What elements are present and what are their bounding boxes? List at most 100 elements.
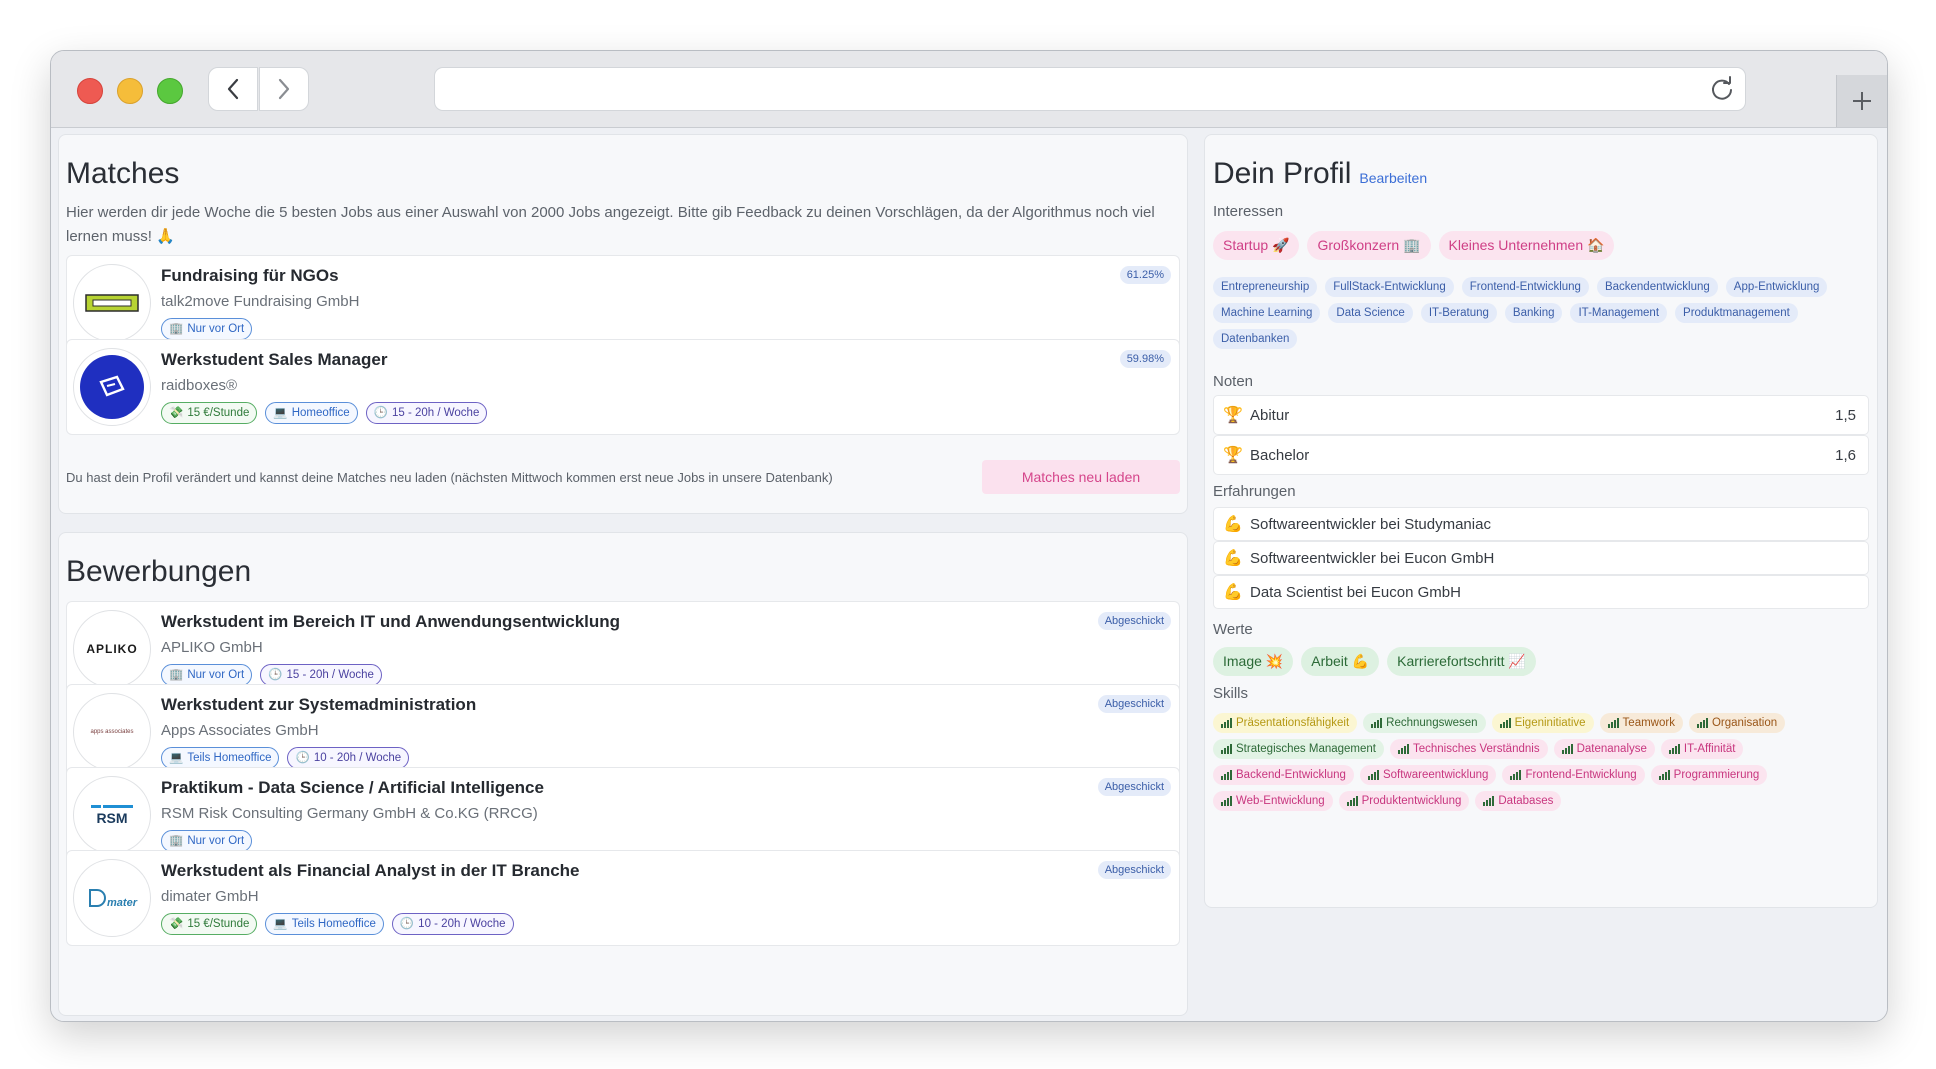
reload-row: Du hast dein Profil verändert und kannst… — [66, 458, 1180, 498]
field-chip: IT-Beratung — [1420, 303, 1497, 323]
skill-chip: IT-Affinität — [1660, 739, 1744, 759]
signal-bars-icon — [1607, 718, 1619, 728]
clock-icon: 🕒 — [295, 752, 310, 764]
signal-bars-icon — [1221, 744, 1232, 754]
grades-label: Noten — [1213, 373, 1254, 390]
value-list: Image 💥 Arbeit 💪 Karrierefortschritt 📈 — [1213, 647, 1536, 676]
profile-header: Dein Profil Bearbeiten — [1213, 157, 1427, 191]
application-card[interactable]: apps associates Werkstudent zur Systemad… — [66, 684, 1180, 780]
experience-row: 💪 Softwareentwickler bei Studymaniac — [1213, 507, 1869, 541]
building-icon: 🏢 — [169, 323, 184, 335]
apliko-logo: APLIKO — [86, 642, 138, 656]
experience-label: Erfahrungen — [1213, 483, 1296, 500]
hours-tag: 🕒 15 - 20h / Woche — [365, 402, 488, 424]
signal-bars-icon — [1658, 770, 1670, 780]
job-title[interactable]: Werkstudent im Bereich IT und Anwendungs… — [161, 612, 620, 632]
company-logo: APLIKO — [73, 610, 151, 688]
chevron-left-icon — [227, 78, 239, 100]
profile-panel: Dein Profil Bearbeiten Interessen Startu… — [1204, 134, 1878, 908]
job-title[interactable]: Werkstudent zur Systemadministration — [161, 695, 476, 715]
values-label: Werte — [1213, 621, 1253, 638]
work-mode-tag: 💻 Teils Homeoffice — [161, 747, 280, 769]
match-card[interactable]: Werkstudent Sales Manager raidboxes® 💸 15… — [66, 339, 1180, 435]
application-card[interactable]: RSM Praktikum - Data Science / Artificia… — [66, 767, 1180, 863]
application-card[interactable]: APLIKO Werkstudent im Bereich IT und Anw… — [66, 601, 1180, 697]
field-chip: Backendentwicklung — [1596, 277, 1718, 297]
skill-chip: Strategisches Management — [1213, 739, 1384, 759]
job-title[interactable]: Werkstudent Sales Manager — [161, 350, 387, 370]
grade-value: 1,5 — [1835, 406, 1856, 424]
field-chip-list: Entrepreneurship FullStack-Entwicklung F… — [1213, 277, 1869, 349]
building-icon: 🏢 — [169, 835, 184, 847]
signal-bars-icon — [1398, 744, 1409, 754]
edit-profile-link[interactable]: Bearbeiten — [1359, 170, 1427, 186]
close-window-button[interactable] — [77, 78, 103, 104]
box-icon — [99, 375, 125, 397]
browser-window: Matches Hier werden dir jede Woche die 5… — [50, 50, 1888, 1022]
trophy-icon: 🏆 — [1223, 447, 1243, 464]
matches-intro: Hier werden dir jede Woche die 5 besten … — [66, 204, 1155, 245]
experience-text: Softwareentwickler bei Eucon GmbH — [1250, 549, 1495, 567]
company-type-pill: Startup 🚀 — [1213, 231, 1300, 260]
grade-row: 🏆 Abitur 1,5 — [1213, 395, 1869, 435]
hours-tag: 🕒 10 - 20h / Woche — [287, 747, 410, 769]
skill-list: Präsentationsfähigkeit Rechnungswesen Eige… — [1213, 713, 1869, 811]
status-badge: Abgeschickt — [1097, 778, 1171, 796]
rsm-logo: RSM — [91, 804, 133, 826]
d-glyph — [89, 889, 106, 907]
flexed-arm-icon: 💪 — [1223, 584, 1243, 601]
skill-chip: Eigeninitiative — [1491, 713, 1594, 733]
signal-bars-icon — [1499, 718, 1511, 728]
company-name: Apps Associates GmbH — [161, 722, 319, 739]
job-title[interactable]: Fundraising für NGOs — [161, 266, 339, 286]
work-mode-tag: 💻 Teils Homeoffice — [265, 913, 384, 935]
experience-text: Data Scientist bei Eucon GmbH — [1250, 583, 1461, 601]
clock-icon: 🕒 — [268, 669, 283, 681]
matches-title: Matches — [66, 157, 180, 190]
value-pill: Arbeit 💪 — [1301, 647, 1380, 676]
signal-bars-icon — [1668, 744, 1680, 754]
signal-bars-icon — [1221, 796, 1232, 806]
raidboxes-logo — [80, 355, 144, 419]
signal-bars-icon — [1346, 796, 1358, 806]
forward-button[interactable] — [259, 67, 309, 111]
skill-chip: Datenanalyse — [1553, 739, 1655, 759]
money-icon: 💸 — [169, 407, 184, 419]
salary-tag: 💸 15 €/Stunde — [161, 402, 258, 424]
status-badge: Abgeschickt — [1097, 695, 1171, 713]
maximize-window-button[interactable] — [157, 78, 183, 104]
dimater-logo: mater — [87, 887, 137, 909]
job-title[interactable]: Praktikum - Data Science / Artificial In… — [161, 778, 544, 798]
new-tab-button[interactable] — [1836, 75, 1887, 127]
skill-chip: Technisches Verständnis — [1390, 739, 1548, 759]
applications-panel: Bewerbungen APLIKO Werkstudent im Bereic… — [58, 532, 1188, 1016]
title-bar — [51, 51, 1887, 128]
work-mode-tag: 💻 Homeoffice — [265, 402, 358, 424]
match-card[interactable]: Fundraising für NGOs talk2move Fundraisi… — [66, 255, 1180, 351]
laptop-icon: 💻 — [273, 918, 288, 930]
reload-icon[interactable] — [1709, 76, 1735, 102]
reload-matches-button[interactable]: Matches neu laden — [982, 460, 1180, 494]
company-name: raidboxes® — [161, 377, 238, 394]
laptop-icon: 💻 — [169, 752, 184, 764]
clock-icon: 🕒 — [399, 918, 415, 930]
signal-bars-icon — [1221, 770, 1232, 780]
job-title[interactable]: Werkstudent als Financial Analyst in der… — [161, 861, 580, 881]
address-bar[interactable] — [434, 67, 1746, 111]
company-name: talk2move Fundraising GmbH — [161, 293, 360, 310]
application-card[interactable]: mater Werkstudent als Financial Analyst … — [66, 850, 1180, 946]
match-score-badge: 61.25% — [1119, 266, 1171, 284]
field-chip: Banking — [1504, 303, 1563, 323]
match-score-badge: 59.98% — [1119, 350, 1171, 368]
grade-value: 1,6 — [1835, 446, 1856, 464]
skill-chip: Backend-Entwicklung — [1213, 765, 1354, 785]
skill-chip: Softwareentwicklung — [1359, 765, 1497, 785]
apps-associates-logo: apps associates — [90, 729, 134, 735]
profile-title: Dein Profil — [1213, 157, 1352, 190]
page-content: Matches Hier werden dir jede Woche die 5… — [51, 128, 1887, 1021]
company-logo: mater — [73, 859, 151, 937]
back-button[interactable] — [208, 67, 258, 111]
clock-icon: 🕒 — [373, 407, 388, 419]
signal-bars-icon — [1371, 718, 1383, 728]
minimize-window-button[interactable] — [117, 78, 143, 104]
